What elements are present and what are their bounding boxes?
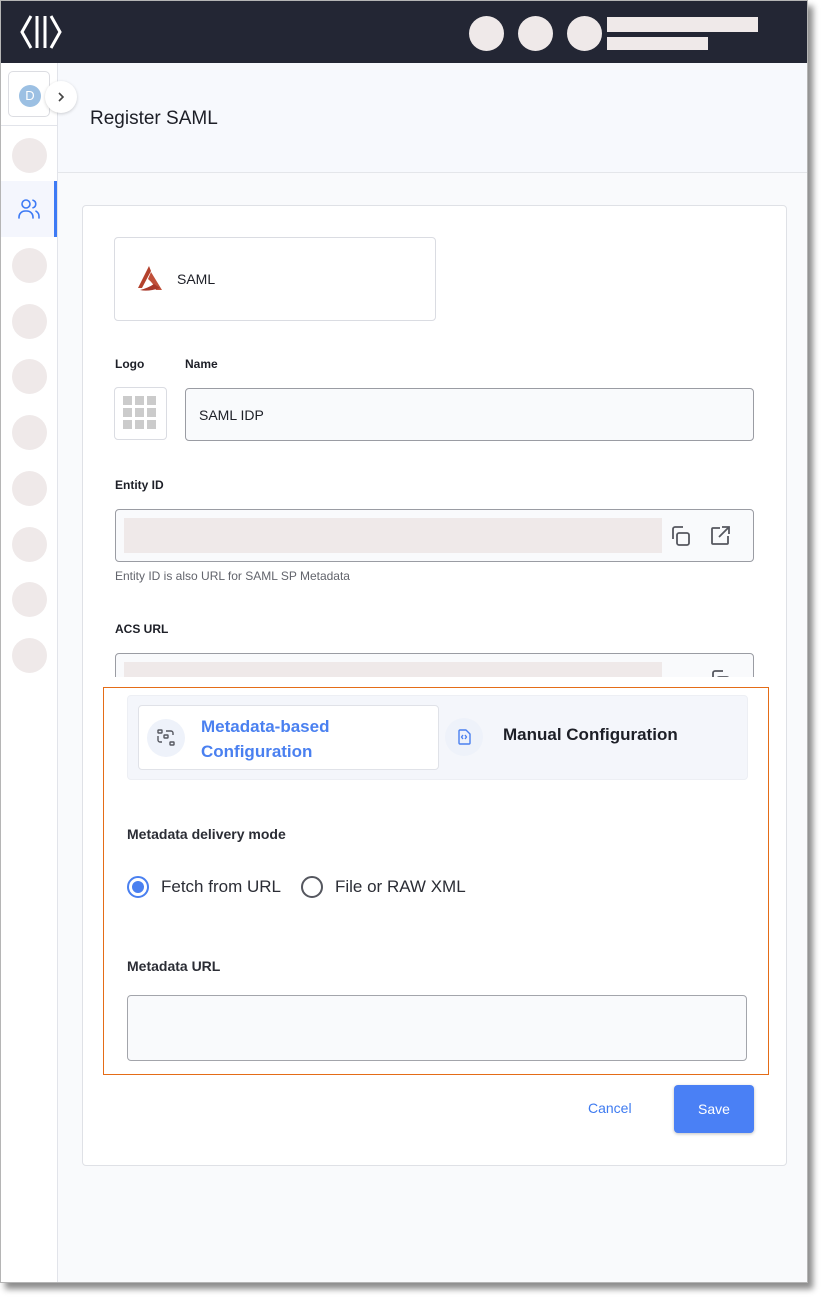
name-value: SAML IDP xyxy=(199,407,264,423)
save-button[interactable]: Save xyxy=(674,1085,754,1133)
redacted-nav-icon xyxy=(12,638,47,673)
provider-tile: SAML xyxy=(114,237,436,321)
redacted-nav-icon xyxy=(12,248,47,283)
delivery-mode-label: Metadata delivery mode xyxy=(127,826,286,842)
acs-url-field-clip xyxy=(83,651,788,677)
configuration-type-selector: Metadata-based Configuration Manual Conf… xyxy=(127,695,748,780)
provider-name: SAML xyxy=(177,271,216,287)
redacted-nav-icon xyxy=(12,471,47,506)
name-label: Name xyxy=(185,357,218,371)
sidebar-item-6[interactable] xyxy=(1,403,57,459)
tab-metadata-based-configuration[interactable]: Metadata-based Configuration xyxy=(138,705,439,770)
metadata-scan-icon xyxy=(157,729,175,746)
redacted-entity-id xyxy=(124,518,662,553)
radio-fetch-from-url-label[interactable]: Fetch from URL xyxy=(161,877,281,897)
tab-manual-configuration[interactable]: Manual Configuration xyxy=(440,705,740,770)
active-indicator xyxy=(54,181,57,237)
sidebar-item-4[interactable] xyxy=(1,292,57,348)
sidebar-item-5[interactable] xyxy=(1,347,57,403)
radio-file-or-raw-xml[interactable] xyxy=(300,876,323,898)
redacted-topbar-icon[interactable] xyxy=(469,16,504,51)
radio-fetch-from-url[interactable] xyxy=(127,876,149,898)
metadata-url-input[interactable] xyxy=(127,995,747,1061)
entity-id-helper: Entity ID is also URL for SAML SP Metada… xyxy=(115,569,350,583)
chevron-right-icon xyxy=(58,92,65,102)
entity-id-label: Entity ID xyxy=(115,478,164,492)
tab-manual-label: Manual Configuration xyxy=(503,725,678,744)
sidebar: D xyxy=(1,63,77,1282)
top-bar xyxy=(1,1,807,63)
brackets-logo-icon[interactable] xyxy=(17,13,65,51)
delivery-mode-radio-group: Fetch from URL File or RAW XML xyxy=(127,876,486,898)
tab-metadata-label: Metadata-based Configuration xyxy=(201,714,401,764)
configuration-highlight: Metadata-based Configuration Manual Conf… xyxy=(103,687,769,1075)
metadata-scan-icon-wrap xyxy=(147,719,185,757)
redacted-user-org xyxy=(607,37,708,50)
metadata-url-label: Metadata URL xyxy=(127,958,221,974)
redacted-nav-icon xyxy=(12,415,47,450)
saml-logo-icon xyxy=(138,266,162,291)
entity-id-field[interactable] xyxy=(115,509,754,562)
redacted-topbar-icon[interactable] xyxy=(518,16,553,51)
sidebar-item-1[interactable] xyxy=(1,126,57,182)
radio-file-or-raw-xml-label[interactable]: File or RAW XML xyxy=(335,877,466,897)
sidebar-item-7[interactable] xyxy=(1,459,57,515)
redacted-user-name xyxy=(607,17,758,32)
org-avatar: D xyxy=(19,85,41,107)
copy-icon[interactable] xyxy=(708,668,732,677)
redacted-nav-icon xyxy=(12,527,47,562)
page-title: Register SAML xyxy=(90,108,218,129)
redacted-nav-icon xyxy=(12,138,47,173)
redacted-nav-icon xyxy=(12,359,47,394)
acs-url-field[interactable] xyxy=(115,653,754,677)
sidebar-item-8[interactable] xyxy=(1,515,57,571)
redacted-nav-icon xyxy=(12,582,47,617)
sidebar-item-9[interactable] xyxy=(1,570,57,626)
tab-metadata-label-line1: Metadata-based xyxy=(201,717,330,736)
external-link-icon[interactable] xyxy=(708,524,732,548)
redacted-acs-url xyxy=(124,662,662,677)
org-switcher[interactable]: D xyxy=(8,71,50,117)
page-header: Register SAML xyxy=(58,63,807,173)
redacted-nav-icon xyxy=(12,304,47,339)
redacted-user-avatar[interactable] xyxy=(567,16,602,51)
sidebar-item-users[interactable] xyxy=(1,181,57,237)
logo-label: Logo xyxy=(115,357,145,371)
logo-picker[interactable] xyxy=(114,387,167,440)
name-input[interactable]: SAML IDP xyxy=(185,388,754,441)
cancel-button[interactable]: Cancel xyxy=(588,1100,632,1116)
code-file-icon-wrap xyxy=(445,718,483,756)
sidebar-item-10[interactable] xyxy=(1,626,57,682)
tab-metadata-label-line2: Configuration xyxy=(201,742,313,761)
grid-placeholder-icon xyxy=(123,396,156,429)
code-file-icon xyxy=(458,729,471,745)
expand-sidebar-button[interactable] xyxy=(45,81,77,113)
users-icon xyxy=(18,199,40,219)
sidebar-item-3[interactable] xyxy=(1,236,57,292)
copy-icon[interactable] xyxy=(668,524,692,548)
app-window: D Register SAML SAML Logo Name SAML IDP … xyxy=(0,0,808,1283)
acs-url-label: ACS URL xyxy=(115,622,169,636)
